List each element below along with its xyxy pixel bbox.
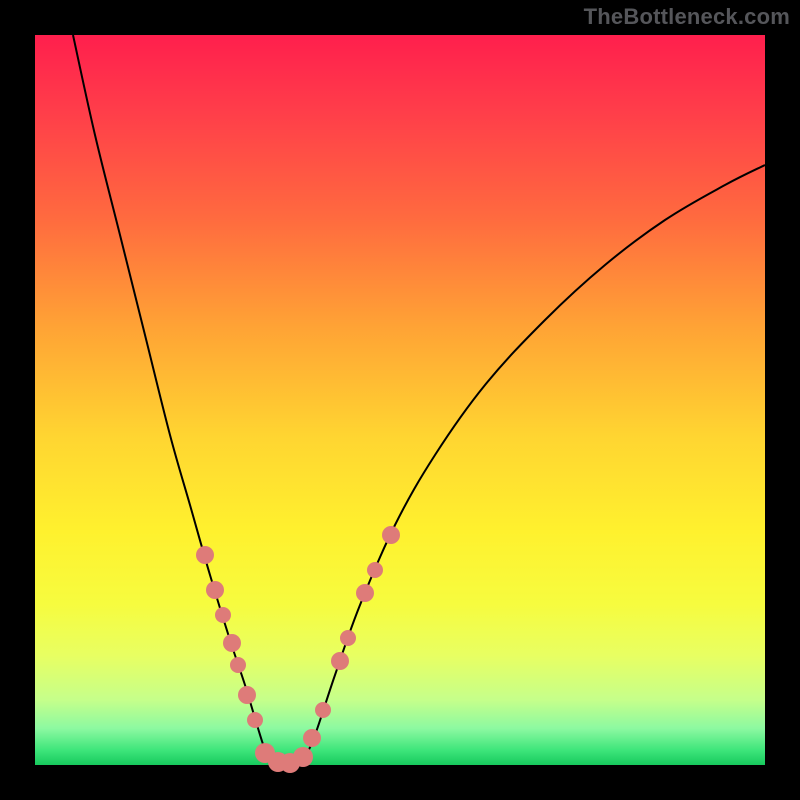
chart-svg: [35, 35, 765, 765]
data-marker: [293, 747, 313, 767]
data-marker: [367, 562, 383, 578]
data-marker: [247, 712, 263, 728]
data-marker: [382, 526, 400, 544]
data-marker: [303, 729, 321, 747]
series-left-branch: [73, 35, 271, 762]
data-marker: [223, 634, 241, 652]
data-marker: [238, 686, 256, 704]
series-right-branch: [303, 165, 765, 762]
data-marker: [331, 652, 349, 670]
data-marker: [340, 630, 356, 646]
data-marker: [206, 581, 224, 599]
data-marker: [315, 702, 331, 718]
data-marker: [230, 657, 246, 673]
data-marker: [356, 584, 374, 602]
watermark-text: TheBottleneck.com: [584, 4, 790, 30]
data-marker: [196, 546, 214, 564]
data-marker: [215, 607, 231, 623]
chart-area: [35, 35, 765, 765]
